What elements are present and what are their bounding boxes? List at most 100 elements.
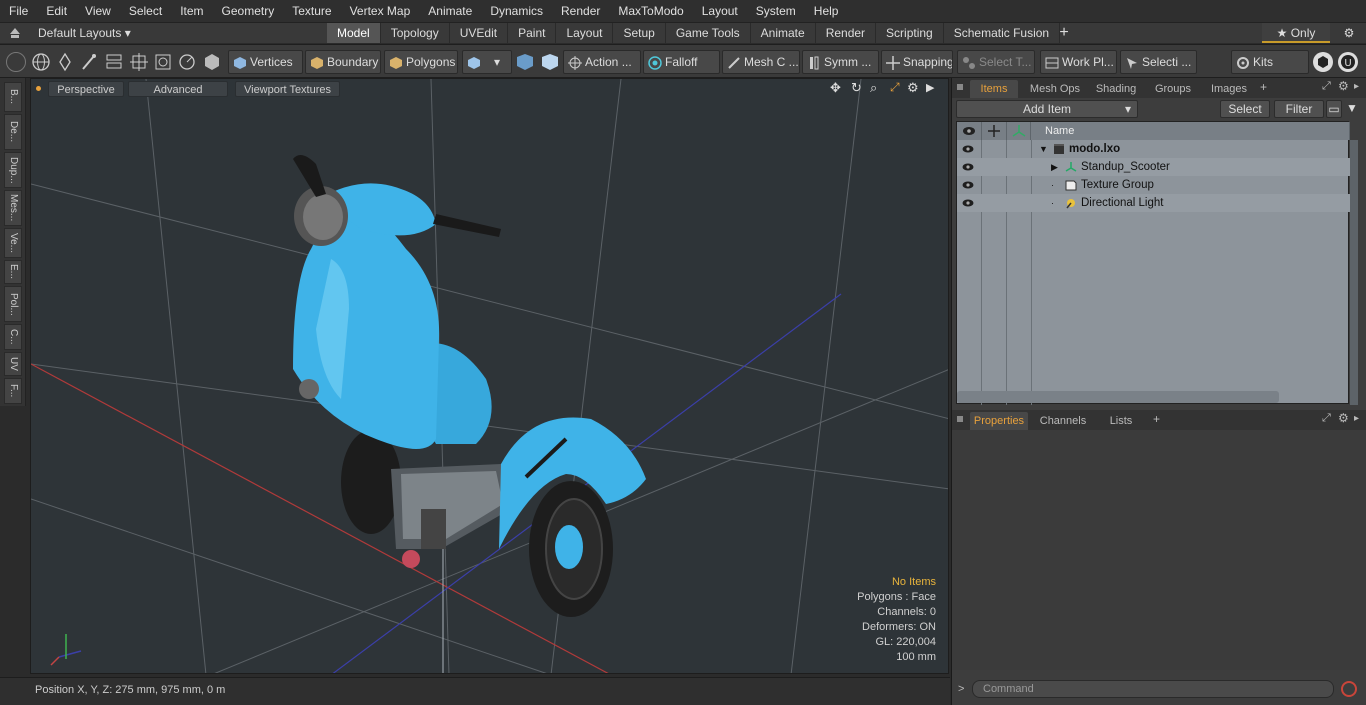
left-tab-5[interactable]: E... xyxy=(4,260,22,284)
tab-mesh-ops[interactable]: Mesh Ops xyxy=(1024,80,1086,98)
left-tab-8[interactable]: UV xyxy=(4,352,22,376)
only-toggle[interactable]: ★ Only xyxy=(1262,23,1330,43)
modo-logo-icon[interactable] xyxy=(1313,52,1333,72)
left-tab-9[interactable]: F... xyxy=(4,378,22,404)
snapping-button[interactable]: Snapping xyxy=(881,50,953,74)
tab-images[interactable]: Images xyxy=(1204,80,1254,98)
left-tab-7[interactable]: C... xyxy=(4,324,22,350)
layout-selector[interactable]: Default Layouts ▾ xyxy=(38,23,131,43)
tab-scripting[interactable]: Scripting xyxy=(876,23,944,43)
tab-groups[interactable]: Groups xyxy=(1148,80,1198,98)
tab-topology[interactable]: Topology xyxy=(381,23,450,43)
visibility-eye-icon[interactable] xyxy=(962,197,974,209)
tab-lists[interactable]: Lists xyxy=(1098,412,1144,430)
kits-button[interactable]: Kits xyxy=(1231,50,1309,74)
add-item-button[interactable]: Add Item ▾ xyxy=(956,100,1138,118)
tab-game-tools[interactable]: Game Tools xyxy=(666,23,751,43)
menu-vertex-map[interactable]: Vertex Map xyxy=(341,0,420,22)
list-item[interactable]: · Directional Light xyxy=(957,194,1350,212)
expand-icon[interactable]: ⤢ xyxy=(1322,80,1331,93)
menu-geometry[interactable]: Geometry xyxy=(213,0,284,22)
tab-layout[interactable]: Layout xyxy=(556,23,614,43)
menu-item[interactable]: Item xyxy=(171,0,212,22)
panel-arrow-icon[interactable]: ▸ xyxy=(1354,81,1359,92)
lasso-icon[interactable] xyxy=(177,52,197,72)
action-center-button[interactable]: Action ... xyxy=(563,50,641,74)
tab-model[interactable]: Model xyxy=(327,23,381,43)
falloff-button[interactable]: Falloff xyxy=(643,50,720,74)
tab-setup[interactable]: Setup xyxy=(613,23,666,43)
gear-icon[interactable]: ⚙ xyxy=(1340,24,1358,42)
left-tab-3[interactable]: Mes... xyxy=(4,190,22,226)
properties-gear-icon[interactable]: ⚙ xyxy=(1338,411,1349,425)
visibility-column-header[interactable] xyxy=(957,122,982,140)
fit-icon[interactable]: ⤢ xyxy=(890,80,900,95)
select-through-button[interactable]: Select T... xyxy=(957,50,1035,74)
shield-icon[interactable] xyxy=(514,52,536,72)
menu-help[interactable]: Help xyxy=(805,0,848,22)
horizontal-scrollbar[interactable] xyxy=(957,391,1279,403)
left-tab-6[interactable]: Pol... xyxy=(4,286,22,322)
circle-select-icon[interactable] xyxy=(6,52,26,72)
tab-animate[interactable]: Animate xyxy=(751,23,816,43)
pan-icon[interactable]: ✥ xyxy=(830,80,841,96)
add-properties-tab-icon[interactable]: + xyxy=(1153,412,1160,426)
work-plane-button[interactable]: Work Pl... xyxy=(1040,50,1117,74)
visibility-eye-icon[interactable] xyxy=(962,179,974,191)
menu-edit[interactable]: Edit xyxy=(37,0,76,22)
menu-maxtomodo[interactable]: MaxToModo xyxy=(609,0,692,22)
tab-paint[interactable]: Paint xyxy=(508,23,557,43)
viewport-menu-arrow-icon[interactable]: ▶ xyxy=(926,81,934,94)
list-item[interactable]: ▶ Standup_Scooter xyxy=(957,158,1350,176)
advanced-shading-button[interactable]: Advanced xyxy=(128,81,228,97)
visibility-eye-icon[interactable] xyxy=(962,161,974,173)
selection-sets-button[interactable]: Selecti ... xyxy=(1120,50,1197,74)
select-button[interactable]: Select xyxy=(1220,100,1270,118)
tab-render[interactable]: Render xyxy=(816,23,877,43)
tab-uvedit[interactable]: UVEdit xyxy=(450,23,509,43)
name-column-header[interactable]: Name xyxy=(1031,122,1350,140)
align-icon[interactable] xyxy=(104,52,124,72)
rotate-icon[interactable]: ↻ xyxy=(851,80,862,96)
menu-system[interactable]: System xyxy=(747,0,805,22)
shield-alt-icon[interactable] xyxy=(539,52,561,72)
menu-animate[interactable]: Animate xyxy=(419,0,481,22)
tree-dot-icon[interactable]: · xyxy=(1051,195,1054,211)
left-tab-1[interactable]: De... xyxy=(4,114,22,150)
viewport-gear-icon[interactable]: ⚙ xyxy=(907,80,919,96)
menu-file[interactable]: File xyxy=(0,0,37,22)
left-tab-4[interactable]: Ve... xyxy=(4,228,22,258)
item-mode-button[interactable]: ▾ xyxy=(462,50,512,74)
add-tab-icon[interactable]: + xyxy=(1056,23,1072,43)
box-select-icon[interactable] xyxy=(153,52,173,72)
tab-shading[interactable]: Shading xyxy=(1090,80,1142,98)
pen-icon[interactable] xyxy=(56,52,74,72)
list-item[interactable]: · Texture Group xyxy=(957,176,1350,194)
properties-arrow-icon[interactable]: ▸ xyxy=(1354,413,1359,424)
collapse-arrow-icon[interactable]: ▶ xyxy=(1051,159,1058,175)
vertices-button[interactable]: Vertices xyxy=(228,50,303,74)
zoom-icon[interactable]: ⌕ xyxy=(870,80,877,96)
left-tab-0[interactable]: B... xyxy=(4,82,22,112)
globe-icon[interactable] xyxy=(31,52,51,72)
menu-layout[interactable]: Layout xyxy=(693,0,747,22)
boundary-button[interactable]: Boundary xyxy=(305,50,381,74)
symmetry-button[interactable]: Symm ... xyxy=(802,50,879,74)
transform-icon[interactable] xyxy=(129,52,149,72)
left-tab-2[interactable]: Dup... xyxy=(4,152,22,188)
menu-view[interactable]: View xyxy=(76,0,120,22)
menu-render[interactable]: Render xyxy=(552,0,609,22)
tab-channels[interactable]: Channels xyxy=(1034,412,1092,430)
3d-viewport[interactable]: No Items Polygons : Face Channels: 0 Def… xyxy=(30,78,949,674)
tab-schematic-fusion[interactable]: Schematic Fusion xyxy=(944,23,1061,43)
list-item[interactable]: ▼ modo.lxo xyxy=(957,140,1350,158)
menu-select[interactable]: Select xyxy=(120,0,171,22)
expand-arrow-icon[interactable]: ▼ xyxy=(1039,141,1048,157)
type-column-header[interactable] xyxy=(1007,122,1031,140)
vertical-scrollbar[interactable] xyxy=(1350,140,1358,405)
cube-icon[interactable] xyxy=(202,52,222,72)
menu-texture[interactable]: Texture xyxy=(283,0,340,22)
filter-funnel-icon[interactable]: ▼ xyxy=(1346,101,1358,115)
properties-expand-icon[interactable]: ⤢ xyxy=(1322,412,1331,425)
brush-icon[interactable] xyxy=(80,52,98,72)
